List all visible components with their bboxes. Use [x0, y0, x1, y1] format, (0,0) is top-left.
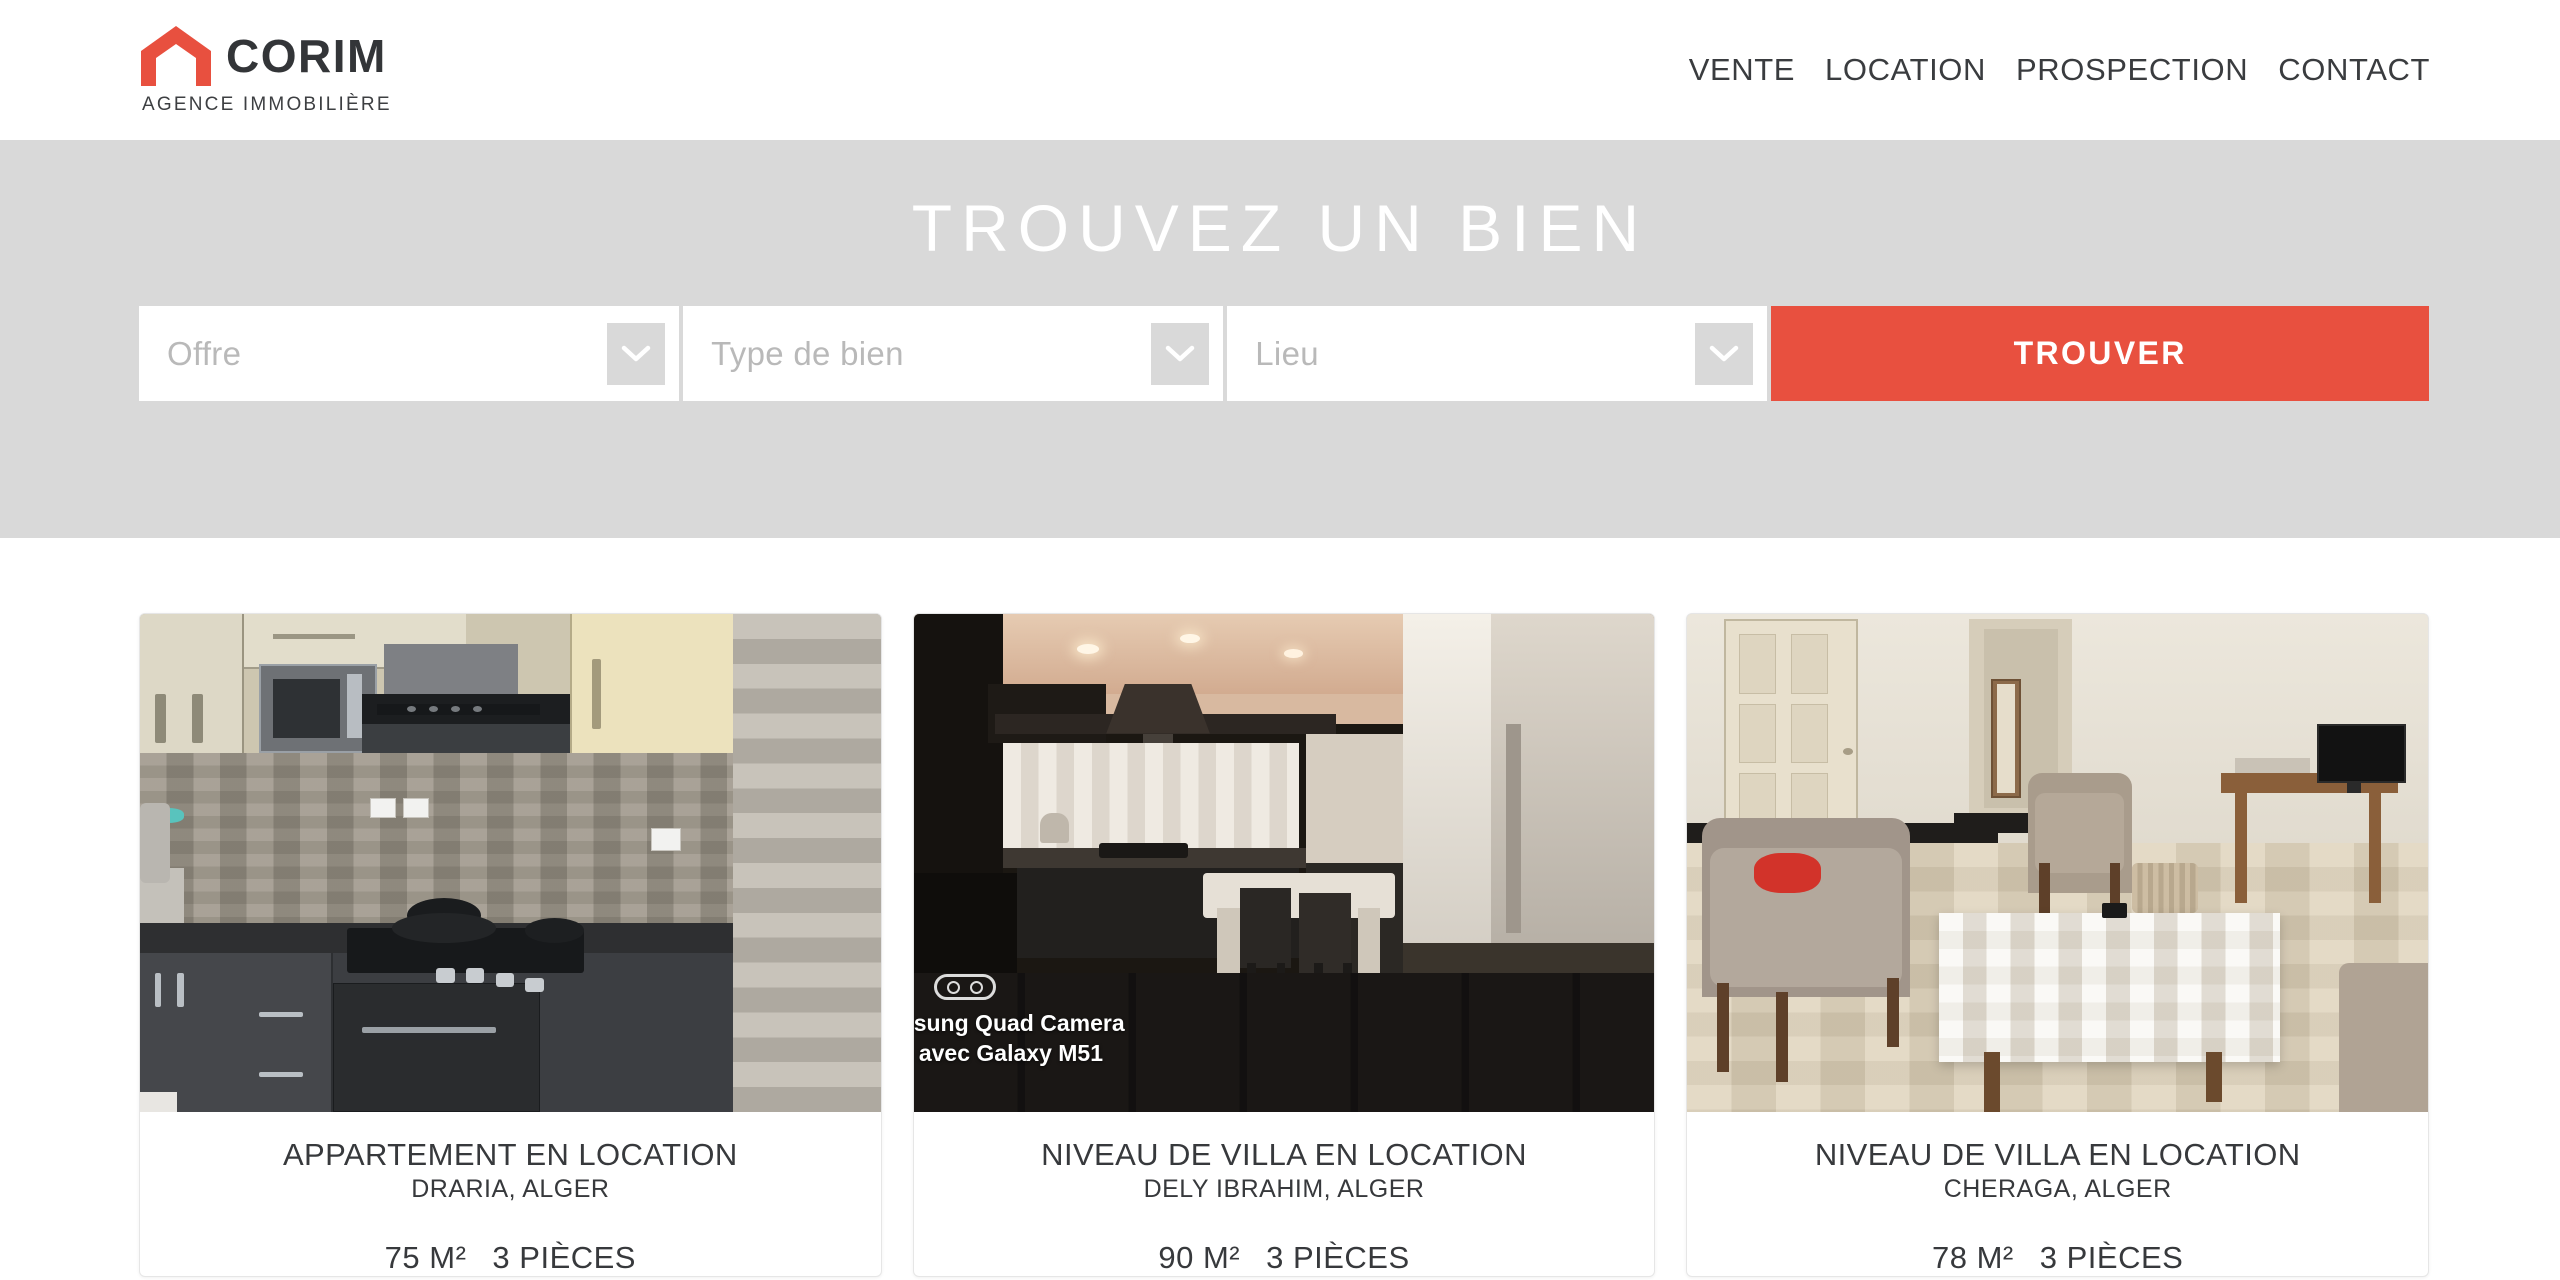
logo-tagline: AGENCE IMMOBILIÈRE: [142, 93, 392, 115]
hero-title: TROUVEZ UN BIEN: [911, 191, 1649, 265]
site-logo[interactable]: CORIM AGENCE IMMOBILIÈRE: [140, 25, 392, 116]
photo-watermark-line2: e avec Galaxy M51: [913, 1039, 1103, 1066]
photo-watermark: nsung Quad Camera e avec Galaxy M51: [914, 1009, 1125, 1068]
listing-photo-kitchen-dining[interactable]: nsung Quad Camera e avec Galaxy M51: [913, 614, 1655, 1112]
listing-rooms: 3 PIÈCES: [1266, 1240, 1410, 1276]
listings-grid: APPARTEMENT EN LOCATION DRARIA, ALGER 75…: [0, 538, 2560, 1278]
search-submit-button[interactable]: TROUVER: [1771, 306, 2429, 401]
listing-specs: 78 M² 3 PIÈCES: [1697, 1240, 2418, 1276]
site-header: CORIM AGENCE IMMOBILIÈRE VENTE LOCATION …: [0, 0, 2560, 140]
chevron-down-icon[interactable]: [607, 322, 666, 385]
nav-item-contact[interactable]: CONTACT: [2278, 52, 2430, 88]
search-field-type[interactable]: Type de bien: [683, 306, 1224, 401]
chevron-down-icon[interactable]: [1695, 322, 1754, 385]
listing-location: CHERAGA, ALGER: [1943, 1175, 2172, 1204]
house-arch-icon: [141, 25, 211, 86]
nav-item-location[interactable]: LOCATION: [1825, 52, 1986, 88]
listing-location: DELY IBRAHIM, ALGER: [1143, 1175, 1425, 1204]
listing-photo-living-room[interactable]: [1687, 614, 2429, 1112]
listing-title: NIVEAU DE VILLA EN LOCATION: [1814, 1137, 2301, 1172]
listing-rooms: 3 PIÈCES: [2039, 1240, 2184, 1276]
search-field-offre[interactable]: Offre: [139, 306, 680, 401]
main-navigation: VENTE LOCATION PROSPECTION CONTACT: [1689, 52, 2430, 88]
listing-area: 75 M²: [384, 1240, 467, 1276]
chevron-down-icon[interactable]: [1151, 322, 1210, 385]
hero-search-section: TROUVEZ UN BIEN Offre Type de bien Lieu …: [0, 140, 2560, 538]
listing-photo-kitchen[interactable]: [140, 614, 881, 1112]
listing-title: NIVEAU DE VILLA EN LOCATION: [1041, 1137, 1527, 1172]
nav-item-vente[interactable]: VENTE: [1689, 52, 1795, 88]
search-field-lieu-label: Lieu: [1255, 334, 1319, 372]
listing-card[interactable]: APPARTEMENT EN LOCATION DRARIA, ALGER 75…: [139, 613, 882, 1278]
listing-specs: 90 M² 3 PIÈCES: [924, 1240, 1645, 1276]
search-submit-label: TROUVER: [2013, 335, 2187, 371]
listing-card[interactable]: NIVEAU DE VILLA EN LOCATION CHERAGA, ALG…: [1686, 613, 2430, 1278]
search-field-offre-label: Offre: [167, 334, 242, 372]
photo-watermark-line1: nsung Quad Camera: [913, 1010, 1125, 1037]
logo-wordmark: CORIM: [226, 29, 387, 82]
property-search-bar: Offre Type de bien Lieu TROUVER: [139, 306, 2429, 401]
search-field-type-label: Type de bien: [711, 334, 904, 372]
camera-watermark-icon: [933, 974, 996, 1000]
listing-card[interactable]: nsung Quad Camera e avec Galaxy M51 NIVE…: [912, 613, 1656, 1278]
listing-area: 90 M²: [1158, 1240, 1241, 1276]
nav-item-prospection[interactable]: PROSPECTION: [2016, 52, 2248, 88]
search-field-lieu[interactable]: Lieu: [1227, 306, 1768, 401]
listing-location: DRARIA, ALGER: [411, 1175, 610, 1204]
listing-title: APPARTEMENT EN LOCATION: [282, 1137, 738, 1172]
listing-rooms: 3 PIÈCES: [492, 1240, 636, 1276]
listing-specs: 75 M² 3 PIÈCES: [150, 1240, 871, 1276]
listing-area: 78 M²: [1932, 1240, 2014, 1276]
